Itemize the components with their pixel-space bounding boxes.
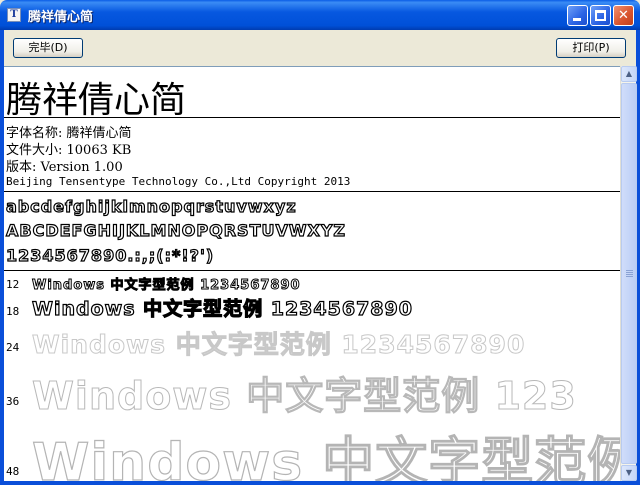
divider xyxy=(4,270,620,271)
scroll-down-button[interactable]: ▼ xyxy=(621,465,637,481)
font-file-icon: T xyxy=(7,8,21,22)
font-display-name: 腾祥倩心简 xyxy=(6,80,187,121)
divider xyxy=(4,191,620,192)
print-button[interactable]: 打印(P) xyxy=(556,38,626,58)
size-label: 48 xyxy=(6,465,20,478)
sample-text-24: Windows 中文字型范例 1234567890 xyxy=(31,330,526,360)
grip-line xyxy=(626,276,633,277)
grip-line xyxy=(626,272,633,273)
window-frame-bottom xyxy=(0,481,640,485)
sample-text-48: Windows 中文字型范例 xyxy=(31,432,620,481)
version-line: 版本: Version 1.00 xyxy=(6,160,123,175)
size-label: 12 xyxy=(6,278,20,291)
size-label: 18 xyxy=(6,305,20,318)
window-title: 腾祥倩心简 xyxy=(28,10,94,25)
charset-lowercase: abcdefghijklmnopqrstuvwxyz xyxy=(5,196,297,216)
sample-text-12: Windows 中文字型范例 1234567890 xyxy=(32,278,301,294)
vertical-scrollbar[interactable]: ▲ ▼ xyxy=(620,66,637,481)
close-icon: ✕ xyxy=(618,8,629,23)
minimize-button[interactable] xyxy=(567,5,588,26)
close-button[interactable]: ✕ xyxy=(613,5,634,26)
charset-uppercase: ABCDEFGHIJKLMNOPQRSTUVWXYZ xyxy=(5,220,347,240)
scroll-thumb[interactable] xyxy=(621,83,637,464)
maximize-icon xyxy=(595,10,606,21)
copyright-line: Beijing Tensentype Technology Co.,Ltd Co… xyxy=(6,175,351,188)
size-label: 36 xyxy=(6,395,20,408)
charset-digits: 1234567890.:,;(:*!?') xyxy=(5,245,215,265)
done-button[interactable]: 完毕(D) xyxy=(13,38,83,58)
size-label: 24 xyxy=(6,341,20,354)
maximize-button[interactable] xyxy=(590,5,611,26)
toolbar: 完毕(D) 打印(P) xyxy=(4,30,636,66)
minimize-icon xyxy=(573,18,581,21)
divider xyxy=(4,117,620,118)
grip-line xyxy=(626,274,633,275)
sample-text-18: Windows 中文字型范例 1234567890 xyxy=(31,297,413,320)
grip-line xyxy=(626,270,633,271)
font-preview-area: 腾祥倩心简 字体名称: 腾祥倩心简 文件大小: 10063 KB 版本: Ver… xyxy=(4,66,620,481)
title-bar[interactable]: T 腾祥倩心简 ✕ xyxy=(0,0,640,30)
scroll-up-button[interactable]: ▲ xyxy=(621,66,637,82)
sample-text-36: Windows 中文字型范例 123 xyxy=(32,374,577,419)
